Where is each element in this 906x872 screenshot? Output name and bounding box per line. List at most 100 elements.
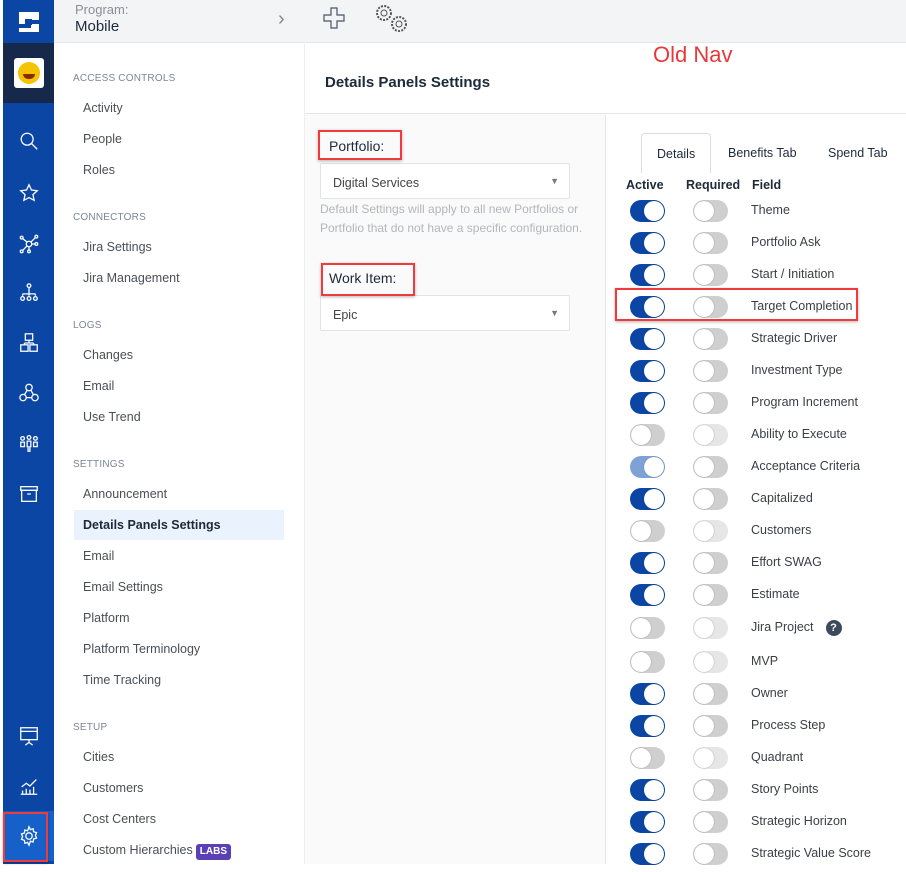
portfolio-select[interactable]: Digital Services ▼ bbox=[320, 163, 570, 199]
field-row: Owner bbox=[606, 680, 906, 712]
field-row: Jira Project? bbox=[606, 614, 906, 646]
field-row: Strategic Horizon bbox=[606, 808, 906, 840]
field-label: Owner bbox=[751, 686, 788, 700]
field-name: MVP bbox=[751, 654, 778, 668]
active-toggle[interactable] bbox=[630, 264, 665, 286]
active-toggle[interactable] bbox=[630, 552, 665, 574]
sidebar-item-cities[interactable]: Cities bbox=[74, 742, 284, 772]
field-row: Theme bbox=[606, 197, 906, 229]
user-avatar[interactable] bbox=[3, 43, 54, 103]
sidebar-item-activity[interactable]: Activity bbox=[74, 93, 284, 123]
archive-icon[interactable] bbox=[3, 478, 54, 510]
hierarchy-icon[interactable] bbox=[3, 277, 54, 309]
search-icon[interactable] bbox=[3, 125, 54, 157]
required-toggle[interactable] bbox=[693, 779, 728, 801]
active-toggle[interactable] bbox=[630, 811, 665, 833]
labs-badge: LABS bbox=[195, 844, 231, 860]
app-logo-icon[interactable] bbox=[3, 0, 54, 43]
sidebar-item-platform-terminology[interactable]: Platform Terminology bbox=[74, 634, 284, 664]
work-item-select[interactable]: Epic ▼ bbox=[320, 295, 570, 331]
sidebar-item-customers[interactable]: Customers bbox=[74, 773, 284, 803]
field-row: Strategic Driver bbox=[606, 325, 906, 357]
sidebar-item-details-panels-settings[interactable]: Details Panels Settings bbox=[74, 510, 284, 540]
required-toggle[interactable] bbox=[693, 584, 728, 606]
help-icon[interactable]: ? bbox=[825, 620, 842, 636]
required-toggle[interactable] bbox=[693, 360, 728, 382]
top-bar: Program: Mobile › bbox=[54, 0, 906, 43]
field-label: Strategic Driver bbox=[751, 331, 838, 345]
chevron-right-icon[interactable]: › bbox=[278, 8, 285, 31]
required-toggle[interactable] bbox=[693, 651, 728, 673]
people-icon[interactable] bbox=[3, 427, 54, 459]
network-icon[interactable] bbox=[3, 228, 54, 260]
program-selector[interactable]: Mobile bbox=[75, 18, 119, 35]
active-toggle[interactable] bbox=[630, 715, 665, 737]
required-toggle[interactable] bbox=[693, 552, 728, 574]
active-toggle[interactable] bbox=[630, 232, 665, 254]
tab-details[interactable]: Details bbox=[641, 133, 712, 173]
required-toggle[interactable] bbox=[693, 811, 728, 833]
active-toggle[interactable] bbox=[630, 360, 665, 382]
field-label: Jira Project bbox=[751, 620, 814, 634]
active-toggle[interactable] bbox=[630, 392, 665, 414]
sidebar-item-jira-settings[interactable]: Jira Settings bbox=[74, 232, 284, 262]
active-toggle[interactable] bbox=[630, 584, 665, 606]
required-toggle[interactable] bbox=[693, 264, 728, 286]
required-toggle[interactable] bbox=[693, 520, 728, 542]
field-label: Start / Initiation bbox=[751, 267, 835, 281]
sidebar-item-cost-centers[interactable]: Cost Centers bbox=[74, 804, 284, 834]
active-toggle[interactable] bbox=[630, 617, 665, 639]
settings-gears-icon[interactable] bbox=[374, 2, 414, 41]
active-toggle[interactable] bbox=[630, 328, 665, 350]
required-toggle[interactable] bbox=[693, 424, 728, 446]
sidebar-item-email[interactable]: Email bbox=[74, 541, 284, 571]
required-toggle[interactable] bbox=[693, 715, 728, 737]
field-name: Customers bbox=[751, 523, 811, 537]
sidebar-item-changes[interactable]: Changes bbox=[74, 340, 284, 370]
sidebar-item-announcement[interactable]: Announcement bbox=[74, 479, 284, 509]
required-toggle[interactable] bbox=[693, 617, 728, 639]
sidebar-item-platform[interactable]: Platform bbox=[74, 603, 284, 633]
tab-benefits[interactable]: Benefits Tab bbox=[728, 133, 797, 173]
active-toggle[interactable] bbox=[630, 520, 665, 542]
required-toggle[interactable] bbox=[693, 232, 728, 254]
required-toggle[interactable] bbox=[693, 683, 728, 705]
active-toggle[interactable] bbox=[630, 424, 665, 446]
field-label: Capitalized bbox=[751, 491, 813, 505]
highlight-target-completion bbox=[615, 288, 858, 321]
active-toggle[interactable] bbox=[630, 456, 665, 478]
active-toggle[interactable] bbox=[630, 843, 665, 865]
sidebar-item-email-settings[interactable]: Email Settings bbox=[74, 572, 284, 602]
field-label: Customers bbox=[751, 523, 812, 537]
required-toggle[interactable] bbox=[693, 200, 728, 222]
sidebar-item-email-log[interactable]: Email bbox=[74, 371, 284, 401]
required-toggle[interactable] bbox=[693, 328, 728, 350]
sidebar-item-people[interactable]: People bbox=[74, 124, 284, 154]
sidebar-item-custom-hierarchies[interactable]: Custom Hierarchies LABS bbox=[74, 835, 284, 865]
active-toggle[interactable] bbox=[630, 779, 665, 801]
sidebar-item-roles[interactable]: Roles bbox=[74, 155, 284, 185]
tab-spend[interactable]: Spend Tab bbox=[828, 133, 888, 173]
sidebar-item-use-trend[interactable]: Use Trend bbox=[74, 402, 284, 432]
active-toggle[interactable] bbox=[630, 488, 665, 510]
add-icon[interactable] bbox=[322, 6, 346, 35]
sidebar-item-time-tracking[interactable]: Time Tracking bbox=[74, 665, 284, 695]
active-toggle[interactable] bbox=[630, 747, 665, 769]
active-toggle[interactable] bbox=[630, 683, 665, 705]
required-toggle[interactable] bbox=[693, 747, 728, 769]
required-toggle[interactable] bbox=[693, 488, 728, 510]
required-toggle[interactable] bbox=[693, 392, 728, 414]
active-toggle[interactable] bbox=[630, 651, 665, 673]
required-toggle[interactable] bbox=[693, 843, 728, 865]
active-toggle[interactable] bbox=[630, 200, 665, 222]
presentation-icon[interactable] bbox=[3, 720, 54, 752]
star-icon[interactable] bbox=[3, 177, 54, 209]
field-label: Strategic Value Score bbox=[751, 846, 871, 860]
highlight-settings bbox=[3, 812, 48, 862]
org-chart-icon[interactable] bbox=[3, 327, 54, 359]
sidebar-item-jira-management[interactable]: Jira Management bbox=[74, 263, 284, 293]
required-toggle[interactable] bbox=[693, 456, 728, 478]
analytics-icon[interactable] bbox=[3, 770, 54, 802]
field-row: Portfolio Ask bbox=[606, 229, 906, 261]
team-structure-icon[interactable] bbox=[3, 377, 54, 409]
